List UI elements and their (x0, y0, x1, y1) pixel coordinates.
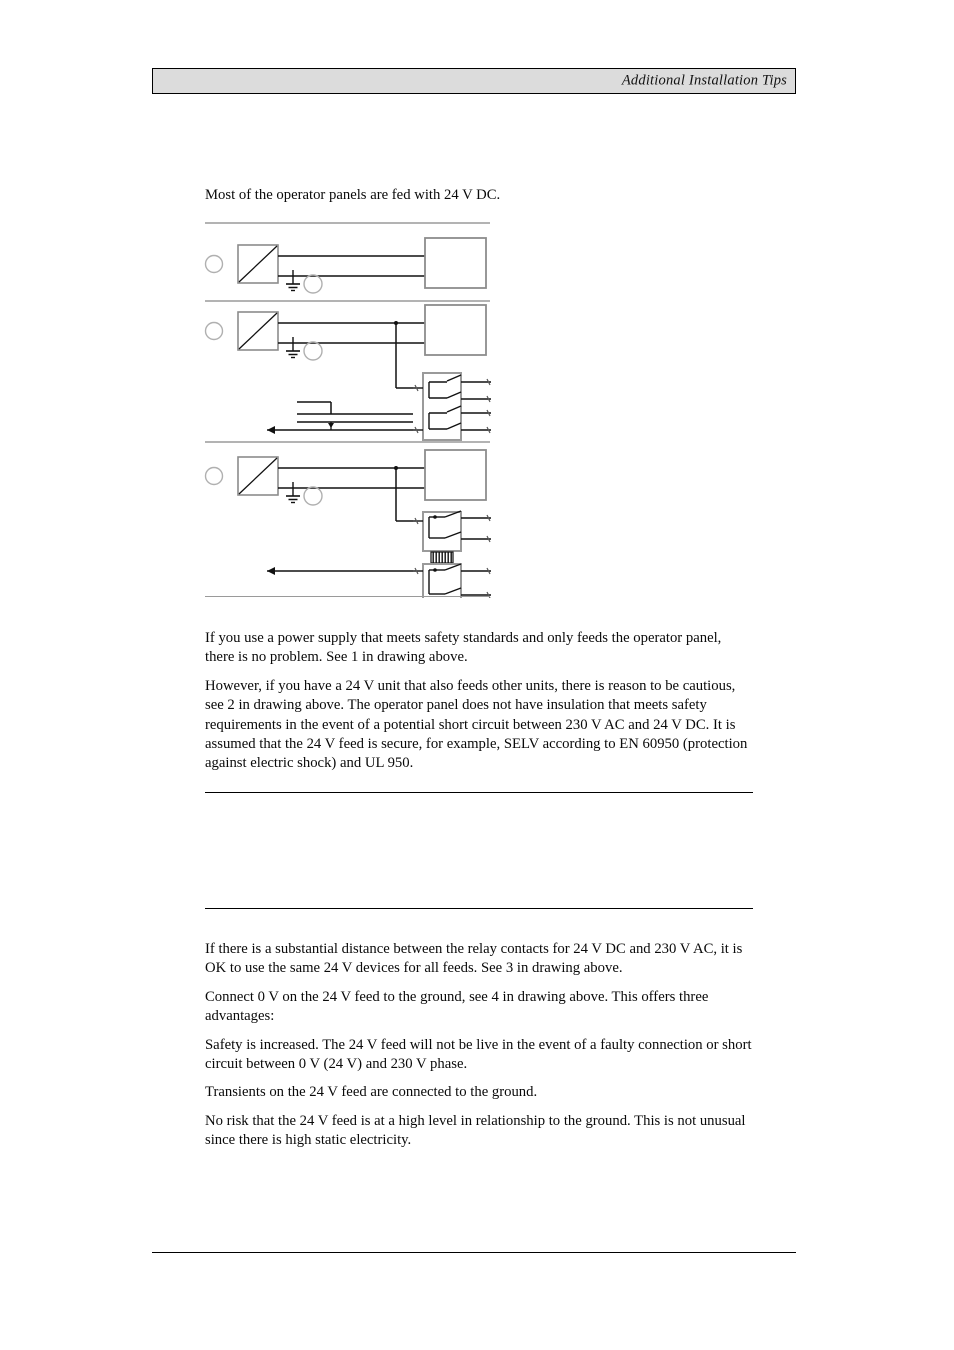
advantage-item-2: Transients on the 24 V feed are connecte… (205, 1084, 538, 1101)
panel-box-icon (424, 304, 487, 356)
ground-icon (286, 270, 300, 292)
figure-2-psu-shared-relay (204, 304, 491, 441)
label-circle-icon (204, 466, 224, 486)
advantage-item-3: No risk that the 24 V feed is at a high … (205, 1112, 746, 1149)
hatched-separator-icon (430, 551, 454, 564)
footer-rule (152, 1252, 796, 1253)
body-paragraph-4: Connect 0 V on the 24 V feed to the grou… (205, 988, 709, 1025)
intro-paragraph: Most of the operator panels are fed with… (205, 187, 501, 203)
label-circle-icon (204, 254, 224, 274)
page-header-bar: Additional Installation Tips (152, 68, 796, 94)
body-paragraph-2: However, if you have a 24 V unit that al… (205, 677, 748, 772)
label-circle-icon (303, 486, 323, 506)
section-rule-top (205, 792, 753, 793)
label-circle-icon (303, 274, 323, 294)
panel-box-icon (424, 237, 487, 289)
diagram-divider-bottom (205, 596, 490, 597)
body-upper-block: If you use a power supply that meets saf… (205, 629, 753, 774)
section-rule-bottom (205, 908, 753, 909)
arrow-head-icon (267, 426, 275, 434)
body-paragraph-1: If you use a power supply that meets saf… (205, 630, 722, 666)
intro-block: Most of the operator panels are fed with… (205, 186, 753, 205)
ground-icon (286, 337, 300, 359)
panel-box-icon (424, 449, 487, 501)
page-header-title: Additional Installation Tips (621, 72, 787, 89)
advantage-item-1: Safety is increased. The 24 V feed will … (205, 1036, 752, 1073)
body-lower-block: If there is a substantial distance betwe… (205, 940, 753, 1151)
label-circle-icon (303, 341, 323, 361)
figure-1-psu-direct (204, 237, 487, 294)
body-paragraph-3: If there is a substantial distance betwe… (205, 941, 743, 977)
label-circle-icon (204, 321, 224, 341)
figure-3-psu-separated-relays (204, 449, 491, 598)
ground-icon (286, 482, 300, 504)
arrow-head-icon (267, 567, 275, 575)
wiring-diagram (195, 218, 515, 598)
